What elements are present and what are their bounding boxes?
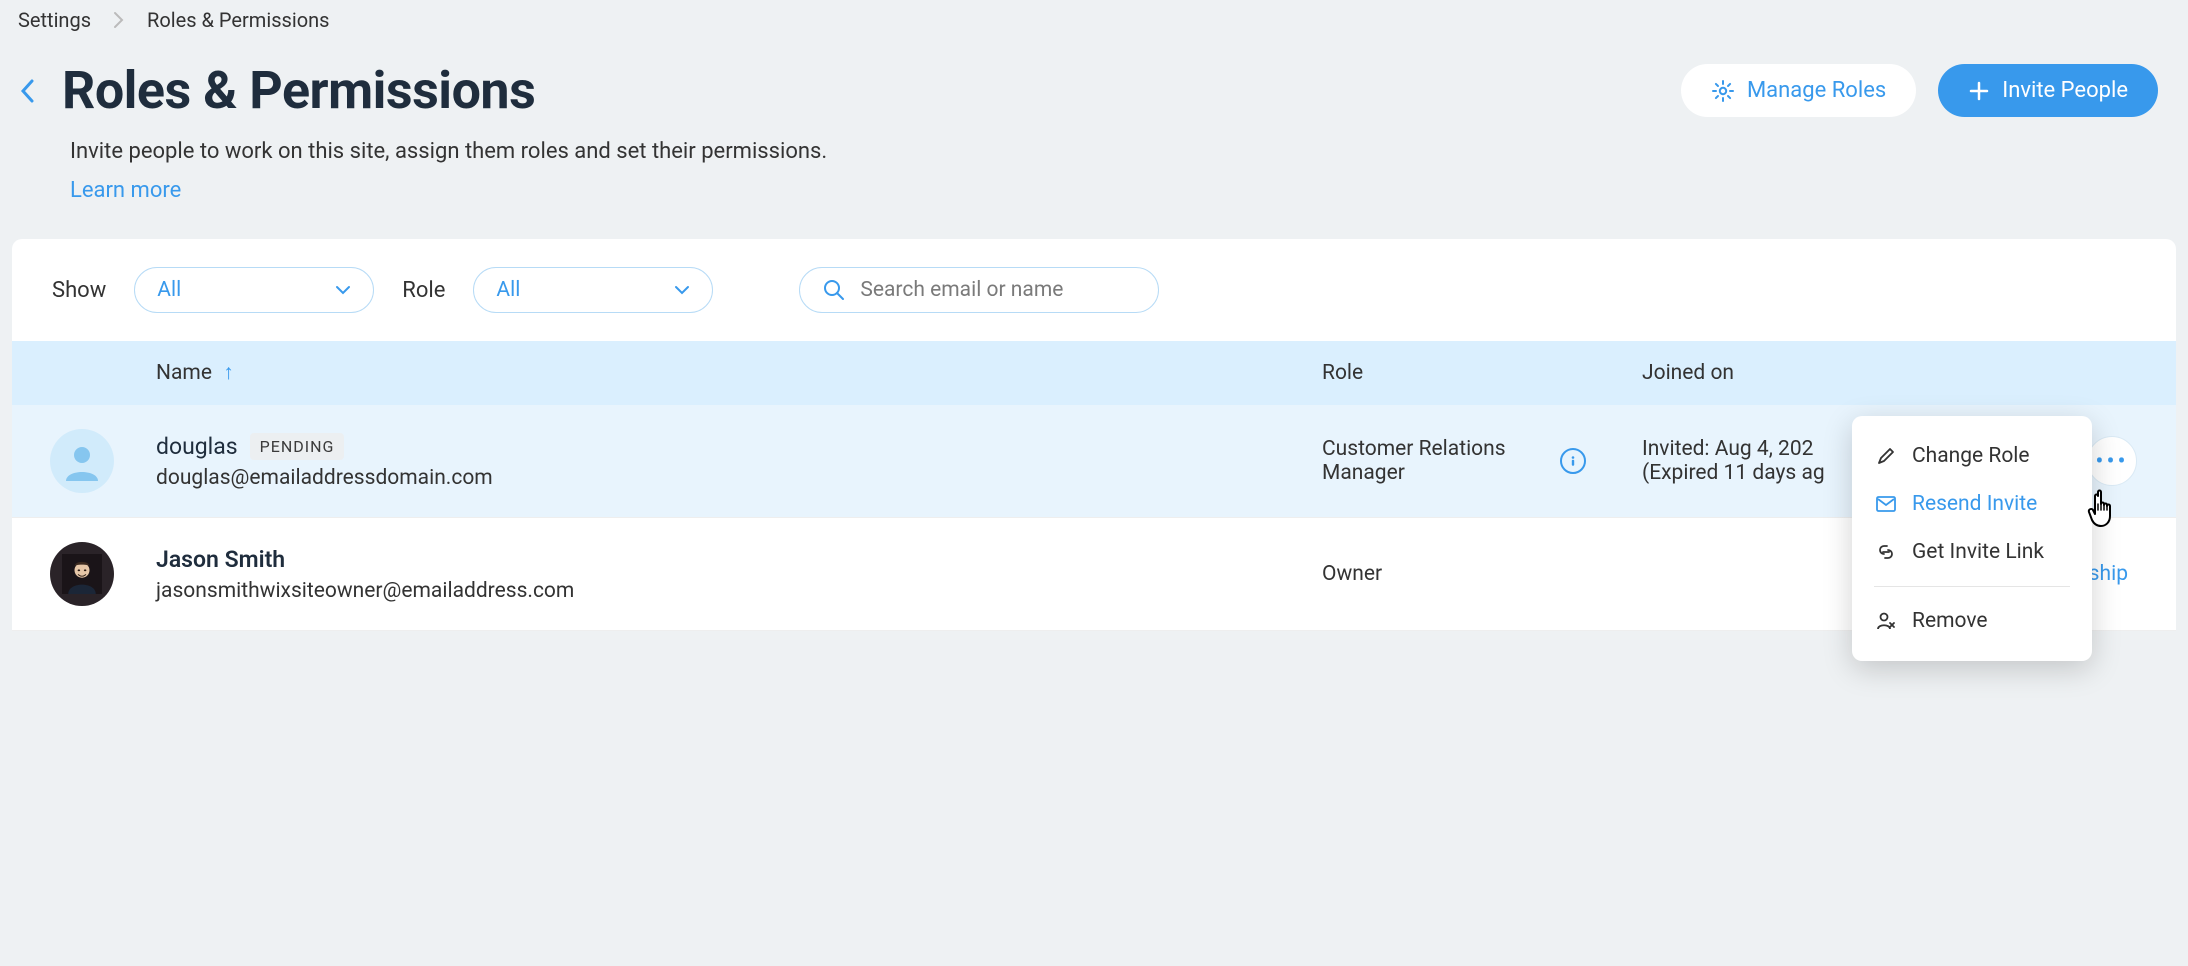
invite-people-button[interactable]: Invite People (1938, 64, 2158, 117)
gear-icon (1711, 79, 1735, 103)
role-dropdown[interactable]: All (473, 267, 713, 313)
link-icon (1876, 542, 1896, 562)
chevron-down-icon (674, 285, 690, 295)
menu-remove-label: Remove (1912, 609, 1988, 633)
filters-bar: Show All Role All (12, 239, 2176, 341)
user-name: Jason Smith (156, 546, 285, 573)
dots-icon: ••• (2095, 447, 2128, 475)
status-badge: PENDING (250, 433, 345, 460)
info-icon[interactable] (1560, 448, 1586, 474)
invite-people-label: Invite People (2002, 78, 2128, 103)
panel: Show All Role All Name ↑ Role J (12, 239, 2176, 631)
avatar (50, 429, 114, 493)
sort-ascending-icon: ↑ (223, 361, 234, 385)
menu-remove[interactable]: Remove (1852, 597, 2092, 645)
menu-change-role[interactable]: Change Role (1852, 432, 2092, 480)
search-icon (822, 278, 846, 302)
cursor-hand-icon (2084, 486, 2124, 530)
learn-more-link[interactable]: Learn more (70, 178, 181, 203)
menu-resend-invite-label: Resend Invite (1912, 492, 2037, 516)
show-label: Show (52, 278, 106, 303)
chevron-right-icon (113, 11, 125, 29)
manage-roles-label: Manage Roles (1747, 78, 1886, 103)
menu-divider (1874, 586, 2070, 587)
back-chevron-icon[interactable] (18, 77, 36, 105)
breadcrumb-parent[interactable]: Settings (18, 8, 91, 32)
menu-resend-invite[interactable]: Resend Invite (1852, 480, 2092, 528)
envelope-icon (1876, 496, 1896, 512)
user-email: jasonsmithwixsiteowner@emailaddress.com (156, 579, 1302, 603)
role-dropdown-value: All (496, 278, 520, 302)
plus-icon (1968, 80, 1990, 102)
column-joined[interactable]: Joined on (1642, 361, 2062, 385)
breadcrumb-current: Roles & Permissions (147, 8, 329, 32)
show-dropdown-value: All (157, 278, 181, 302)
page-title: Roles & Permissions (62, 60, 535, 121)
user-role: Owner (1322, 562, 1382, 586)
column-name[interactable]: Name ↑ (156, 361, 1322, 385)
role-filter-label: Role (402, 278, 445, 303)
chevron-down-icon (335, 285, 351, 295)
page-subtitle: Invite people to work on this site, assi… (70, 139, 2118, 164)
more-actions-button[interactable]: ••• (2087, 436, 2137, 486)
column-name-label: Name (156, 361, 212, 385)
pencil-icon (1876, 446, 1896, 466)
user-role: Customer Relations Manager (1322, 437, 1542, 485)
search-input-wrap[interactable] (799, 267, 1159, 313)
table-row: douglas PENDING douglas@emailaddressdoma… (12, 405, 2176, 518)
menu-get-invite-link-label: Get Invite Link (1912, 540, 2044, 564)
user-name: douglas (156, 433, 238, 460)
menu-change-role-label: Change Role (1912, 444, 2030, 468)
manage-roles-button[interactable]: Manage Roles (1681, 64, 1916, 117)
menu-get-invite-link[interactable]: Get Invite Link (1852, 528, 2092, 576)
show-dropdown[interactable]: All (134, 267, 374, 313)
context-menu: Change Role Resend Invite Get Invite Lin… (1852, 416, 2092, 661)
avatar (50, 542, 114, 606)
table-header: Name ↑ Role Joined on (12, 341, 2176, 405)
page-header: Roles & Permissions Manage Roles Invite … (0, 32, 2188, 121)
search-input[interactable] (860, 278, 1136, 302)
breadcrumb: Settings Roles & Permissions (0, 0, 2188, 32)
column-role[interactable]: Role (1322, 361, 1642, 385)
user-x-icon (1876, 611, 1896, 631)
user-email: douglas@emailaddressdomain.com (156, 466, 1302, 490)
